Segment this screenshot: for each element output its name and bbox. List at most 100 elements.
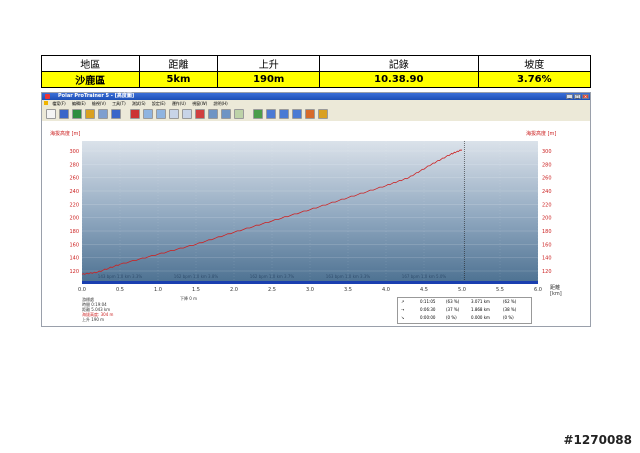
summary-dist: 3.071 km: [471, 299, 490, 304]
x-tick-label: 0.0: [78, 287, 86, 293]
chart-icon[interactable]: [253, 109, 263, 119]
globe-icon[interactable]: [72, 109, 82, 119]
x-tick-label: 2.5: [268, 287, 276, 293]
menu-app-icon: [44, 101, 48, 105]
menu-tools[interactable]: 工具(T): [112, 101, 126, 106]
menu-test[interactable]: 測試(S): [132, 101, 146, 106]
menu-file[interactable]: 檔案(F): [52, 101, 65, 106]
toolbar: [42, 107, 590, 122]
title-bar: Polar ProTrainer 5 - [高度圖] _ □ ×: [42, 93, 590, 100]
lap-label: 167 bpm 1.0 km 5.0%: [402, 274, 447, 279]
summary-time: 0:00:00: [420, 315, 436, 320]
y-axis-label-left: 海拔高度 [m]: [50, 130, 80, 137]
y-tick-label-right: 300: [542, 149, 552, 155]
summary-time: 0:11:05: [420, 299, 436, 304]
y-tick-label-left: 140: [69, 256, 79, 262]
flag-icon[interactable]: [130, 109, 140, 119]
bar-icon[interactable]: [143, 109, 153, 119]
cursor-info-ascent: 上升 190 m: [82, 317, 105, 322]
lap-label: 162 bpm 1.0 km 3.7%: [250, 274, 295, 279]
summary-row-flat: → 0:06:30 (37 %) 1.868 km (38 %): [398, 306, 531, 314]
summary-row-up: ↗ 0:11:05 (63 %) 3.071 km (62 %): [398, 298, 531, 306]
menu-run[interactable]: 運作(U): [172, 101, 186, 106]
y-tick-label-right: 260: [542, 176, 552, 182]
menu-window[interactable]: 視窗(W): [192, 101, 207, 106]
summary-time-pct: (37 %): [446, 307, 460, 312]
stats-table: 地區 距離 上升 記錄 坡度 沙鹿區 5km 190m 10.38.90 3.7…: [41, 55, 592, 88]
x-tick-label: 4.0: [382, 287, 390, 293]
stats-value-distance: 5km: [138, 71, 219, 88]
y-axis-label-right: 海拔高度 [m]: [526, 130, 556, 137]
cursor-info: 游標處 時間 0:19:04 距離 5.043 km 海拔高度: 304 m 上…: [82, 297, 113, 322]
distance-bar: [82, 281, 538, 284]
y-tick-label-right: 220: [542, 202, 552, 208]
summary-row-down: ↘ 0:00:00 (0 %) 0.000 km (0 %): [398, 314, 531, 322]
y-tick-label-left: 300: [69, 149, 79, 155]
grid-icon[interactable]: [98, 109, 108, 119]
arrow-up-icon: ↗: [401, 299, 405, 304]
lap-label: 163 bpm 1.0 km 3.3%: [326, 274, 371, 279]
descent-label: 下降 0 m: [180, 296, 197, 301]
y-tick-label-left: 280: [69, 162, 79, 168]
x-tick-label: 3.5: [344, 287, 352, 293]
altitude-chart: 海拔高度 [m] 海拔高度 [m] 120 140 160 180 200 220 240 2…: [42, 121, 590, 297]
x-tick-label: 0.5: [116, 287, 124, 293]
summary-dist-pct: (0 %): [503, 315, 514, 320]
x-tick-label: 3.0: [306, 287, 314, 293]
x-tick-label: 1.0: [154, 287, 162, 293]
save-icon[interactable]: [59, 109, 69, 119]
chart-icon[interactable]: [279, 109, 289, 119]
table-icon[interactable]: [182, 109, 192, 119]
y-tick-label-right: 120: [542, 269, 552, 275]
x-tick-label: 5.0: [458, 287, 466, 293]
summary-dist: 1.868 km: [471, 307, 490, 312]
close-button[interactable]: ×: [582, 94, 589, 99]
pie-icon[interactable]: [85, 109, 95, 119]
new-icon[interactable]: [46, 109, 56, 119]
menu-view[interactable]: 檢視(V): [92, 101, 106, 106]
download-icon[interactable]: [221, 109, 231, 119]
stats-header-row: 地區 距離 上升 記錄 坡度: [41, 55, 592, 72]
pin-icon[interactable]: [195, 109, 205, 119]
summary-dist-pct: (62 %): [503, 299, 517, 304]
chart-icon[interactable]: [305, 109, 315, 119]
link-icon[interactable]: [318, 109, 328, 119]
menu-help[interactable]: 說明(H): [214, 101, 228, 106]
maximize-button[interactable]: □: [574, 94, 581, 99]
arrow-right-icon: →: [401, 307, 405, 312]
chart-icon[interactable]: [292, 109, 302, 119]
menu-edit[interactable]: 編輯(E): [72, 101, 86, 106]
upload-icon[interactable]: [208, 109, 218, 119]
summary-time: 0:06:30: [420, 307, 436, 312]
menu-bar: 檔案(F) 編輯(E) 檢視(V) 工具(T) 測試(S) 設定(E) 運作(U…: [42, 100, 590, 107]
bar-icon[interactable]: [156, 109, 166, 119]
y-tick-label-left: 240: [69, 189, 79, 195]
y-tick-label-left: 120: [69, 269, 79, 275]
x-axis-label: 距離: [550, 284, 560, 291]
x-axis-unit: [km]: [550, 291, 562, 297]
y-tick-label-left: 220: [69, 202, 79, 208]
stats-header-distance: 距離: [138, 55, 219, 72]
y-tick-label-right: 140: [542, 256, 552, 262]
window-title: Polar ProTrainer 5 - [高度圖]: [58, 93, 135, 99]
table-icon[interactable]: [169, 109, 179, 119]
stats-value-ascent: 190m: [217, 71, 321, 88]
stats-header-ascent: 上升: [217, 55, 321, 72]
stats-header-record: 記錄: [319, 55, 479, 72]
y-tick-label-right: 280: [542, 162, 552, 168]
summary-box: ↗ 0:11:05 (63 %) 3.071 km (62 %) → 0:06:…: [397, 297, 532, 324]
lap-label: 162 bpm 1.0 km 3.8%: [174, 274, 219, 279]
stats-value-record: 10.38.90: [319, 71, 479, 88]
y-tick-label-left: 200: [69, 216, 79, 222]
chart-icon[interactable]: [266, 109, 276, 119]
menu-settings[interactable]: 設定(E): [152, 101, 166, 106]
x-tick-label: 6.0: [534, 287, 542, 293]
y-tick-label-right: 180: [542, 229, 552, 235]
x-tick-label: 1.5: [192, 287, 200, 293]
y-tick-label-left: 160: [69, 242, 79, 248]
y-tick-label-right: 240: [542, 189, 552, 195]
list-icon[interactable]: [234, 109, 244, 119]
minimize-button[interactable]: _: [566, 94, 573, 99]
disk-icon[interactable]: [111, 109, 121, 119]
stats-header-grade: 坡度: [477, 55, 592, 72]
